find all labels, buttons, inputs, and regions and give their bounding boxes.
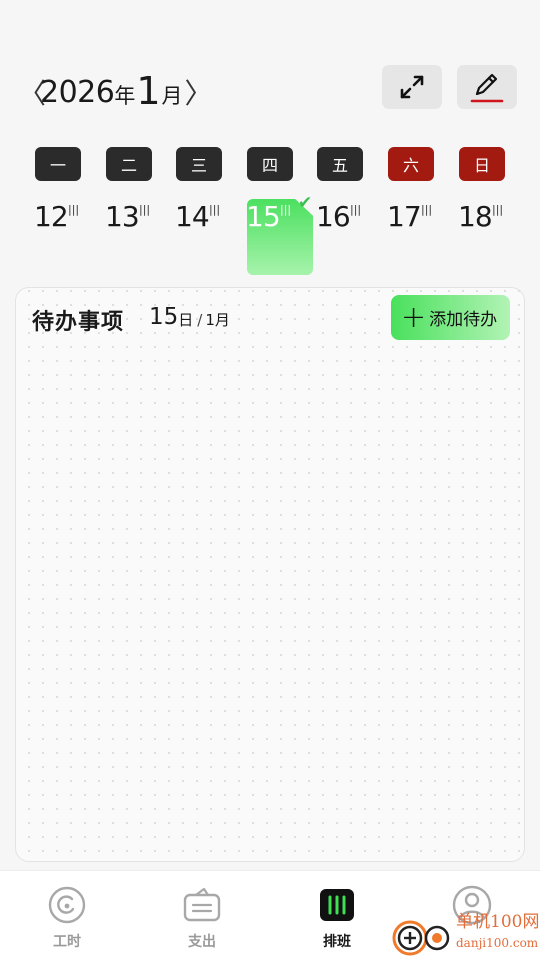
todo-card: 待办事项 15 日 / 1月 + 添加待办	[15, 287, 525, 862]
date-number: 18	[458, 200, 493, 233]
todo-day-unit: 日	[178, 311, 194, 329]
wallet-icon	[182, 885, 222, 925]
plus-icon: +	[401, 299, 427, 335]
date-number: 16	[316, 200, 351, 233]
lunar-label: |||	[139, 203, 151, 216]
nav-item-schedule[interactable]: 排班	[277, 885, 397, 951]
weekday-chip-weekend: 日	[459, 147, 505, 181]
todo-date-separator: /	[197, 311, 203, 329]
watermark-logo	[392, 920, 450, 956]
expand-arrows-icon	[400, 75, 424, 99]
chevron-right-icon[interactable]: 〉	[185, 80, 213, 118]
weekday-chip: 二	[106, 147, 152, 181]
date-cell[interactable]: 14 |||	[164, 199, 234, 277]
todo-month-label: 1月	[205, 311, 230, 329]
todo-day-number: 15	[149, 304, 179, 330]
chevron-left-icon[interactable]: 〈	[18, 80, 46, 118]
watermark-url: danji100.com	[456, 936, 539, 950]
year-number: 2026	[40, 75, 115, 110]
day-column-sat: 六 17 |||	[376, 147, 446, 277]
day-column-wed: 三 14 |||	[164, 147, 234, 277]
add-todo-label: 添加待办	[429, 310, 498, 330]
month-number: 1	[136, 69, 161, 113]
watermark: 单机100网 danji100.com	[390, 912, 540, 960]
date-cell[interactable]: 13 |||	[94, 199, 164, 277]
date-number: 14	[175, 200, 210, 233]
week-strip: 一 12 ||| 二 13 ||| 三 14 ||| 四 15 ||| ✔ 五 …	[23, 147, 517, 277]
date-cell[interactable]: 12 |||	[23, 199, 93, 277]
nav-item-expenses[interactable]: 支出	[142, 885, 262, 951]
schedule-icon	[317, 885, 357, 925]
lunar-label: |||	[280, 203, 292, 216]
expand-button[interactable]	[382, 65, 442, 109]
month-label: 2026 年 1 月	[40, 72, 183, 118]
weekday-chip: 四	[247, 147, 293, 181]
date-number: 15	[246, 200, 281, 233]
day-column-fri: 五 16 |||	[305, 147, 375, 277]
watermark-text: 单机100网	[456, 912, 540, 932]
lunar-label: |||	[68, 203, 80, 216]
date-number: 13	[105, 200, 140, 233]
nav-item-work-hours[interactable]: 工时	[7, 885, 127, 951]
date-cell[interactable]: 18 |||	[447, 199, 517, 277]
weekday-chip: 一	[35, 147, 81, 181]
month-navigator: 〈 2026 年 1 月 〉	[18, 62, 213, 118]
add-todo-button[interactable]: + 添加待办	[391, 295, 510, 340]
lunar-label: |||	[421, 203, 433, 216]
day-column-sun: 日 18 |||	[447, 147, 517, 277]
nav-label: 工时	[53, 934, 81, 950]
lunar-label: |||	[209, 203, 221, 216]
todo-title: 待办事项	[32, 310, 125, 335]
clock-circle-icon	[47, 885, 87, 925]
weekday-chip-weekend: 六	[388, 147, 434, 181]
date-number: 12	[34, 200, 69, 233]
weekday-chip: 五	[317, 147, 363, 181]
date-cell[interactable]: 16 |||	[305, 199, 375, 277]
day-column-mon: 一 12 |||	[23, 147, 93, 277]
lunar-label: |||	[350, 203, 362, 216]
weekday-chip: 三	[176, 147, 222, 181]
nav-label: 支出	[188, 934, 216, 950]
date-cell[interactable]: 17 |||	[376, 199, 446, 277]
month-unit: 月	[161, 84, 183, 108]
nav-label: 排班	[323, 934, 351, 950]
day-column-thu: 四 15 ||| ✔	[235, 147, 313, 277]
year-unit: 年	[114, 84, 136, 108]
pencil-icon	[470, 73, 504, 103]
lunar-label: |||	[492, 203, 504, 216]
edit-button[interactable]	[457, 65, 517, 109]
date-cell-selected[interactable]: 15 ||| ✔	[235, 193, 313, 277]
todo-date: 15 日 / 1月	[149, 306, 230, 329]
day-column-tue: 二 13 |||	[94, 147, 164, 277]
date-number: 17	[387, 200, 422, 233]
